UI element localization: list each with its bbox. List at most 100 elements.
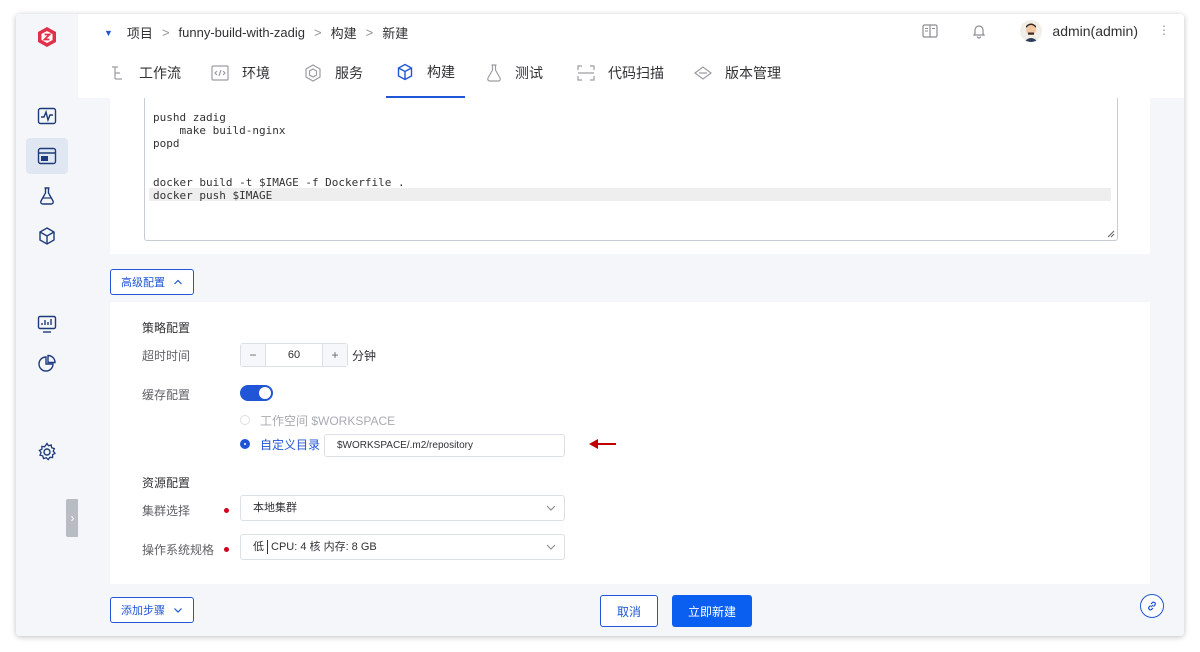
tab-label: 构建	[427, 64, 455, 80]
current-line-highlight	[149, 188, 1111, 201]
pulse-monitor-icon	[37, 107, 57, 125]
chevron-down-icon	[546, 544, 556, 550]
cache-toggle[interactable]	[240, 385, 273, 401]
annotation-arrow-icon	[589, 439, 616, 449]
strategy-section-title: 策略配置	[142, 321, 191, 335]
chevron-up-icon	[174, 279, 182, 285]
timeout-input[interactable]: 60	[265, 344, 323, 366]
sidebar-item-statistics[interactable]	[26, 346, 68, 382]
os-spec-detail: CPU: 4 核 内存: 8 GB	[271, 541, 377, 553]
script-line: popd	[153, 137, 180, 150]
cluster-select[interactable]: 本地集群	[240, 495, 565, 521]
advanced-config-label: 高级配置	[121, 277, 165, 289]
breadcrumb-item[interactable]: 构建	[331, 23, 357, 42]
tab-version[interactable]: 版本管理	[694, 48, 781, 98]
more-vertical-icon[interactable]: ⋮	[1158, 23, 1170, 37]
radio-custom-dir-label[interactable]: 自定义目录	[260, 436, 320, 453]
breadcrumb: ▼ 项目 > funny-build-with-zadig > 构建 > 新建	[104, 23, 408, 42]
package-icon	[39, 227, 55, 245]
build-script-editor[interactable]: pushd zadig make build-nginx popd docker…	[144, 98, 1118, 241]
environment-icon	[211, 65, 229, 81]
tab-label: 服务	[335, 65, 363, 81]
sidebar-item-delivery[interactable]	[26, 218, 68, 254]
script-line: make build-nginx	[153, 124, 286, 137]
radio-workspace[interactable]	[240, 415, 250, 425]
build-script-card: pushd zadig make build-nginx popd docker…	[110, 98, 1150, 254]
main-content: pushd zadig make build-nginx popd docker…	[78, 98, 1184, 636]
sidebar: ›	[16, 14, 79, 636]
sidebar-item-monitor[interactable]	[26, 98, 68, 134]
radio-workspace-label[interactable]: 工作空间 $WORKSPACE	[260, 412, 395, 429]
workflow-icon	[110, 65, 126, 81]
breadcrumb-separator: >	[365, 25, 374, 40]
timeout-label: 超时时间	[142, 349, 191, 363]
code-scan-icon	[577, 65, 595, 81]
chevron-down-icon	[174, 608, 182, 613]
bell-icon[interactable]	[972, 23, 986, 39]
os-spec-level: 低	[253, 541, 264, 553]
breadcrumb-separator: >	[161, 25, 170, 40]
tab-environment[interactable]: 环境	[211, 48, 270, 98]
cancel-button[interactable]: 取消	[600, 595, 658, 627]
custom-dir-input[interactable]: $WORKSPACE/.m2/repository	[324, 434, 565, 457]
resize-handle-icon[interactable]	[1107, 230, 1115, 238]
cache-label: 缓存配置	[142, 388, 191, 402]
add-step-label: 添加步骤	[121, 605, 165, 617]
advanced-config-toggle[interactable]: 高级配置	[110, 269, 194, 295]
docs-book-icon[interactable]	[922, 24, 939, 38]
tab-label: 工作流	[139, 65, 181, 81]
project-board-icon	[37, 147, 57, 165]
tab-label: 环境	[242, 65, 270, 81]
user-name[interactable]: admin(admin)	[1052, 23, 1138, 39]
link-float-button[interactable]	[1140, 594, 1164, 618]
avatar[interactable]	[1020, 20, 1043, 42]
timeout-unit: 分钟	[352, 349, 377, 363]
project-tabs: 工作流 环境 服务 构建 测试 代码扫描 版本管理	[78, 48, 1184, 99]
script-line: pushd zadig	[153, 111, 226, 124]
breadcrumb-separator: >	[313, 25, 322, 40]
flask-icon	[40, 187, 54, 205]
cluster-label: 集群选择	[142, 504, 191, 518]
toggle-knob	[259, 387, 271, 399]
cluster-select-value: 本地集群	[253, 502, 297, 514]
create-now-button[interactable]: 立即新建	[672, 595, 752, 627]
required-marker	[224, 508, 229, 513]
decrement-button[interactable]: −	[241, 344, 266, 366]
caret-down-icon[interactable]: ▼	[104, 28, 113, 38]
divider	[267, 540, 268, 555]
timeout-stepper[interactable]: − 60 +	[240, 343, 348, 367]
chevron-down-icon	[546, 505, 556, 511]
advanced-config-card: 策略配置 超时时间 − 60 + 分钟 缓存配置 工作空间 $WORKSPACE…	[110, 302, 1150, 584]
top-right-actions: admin(admin) ⋮	[922, 14, 1184, 48]
breadcrumb-item[interactable]: 项目	[127, 23, 153, 42]
add-step-button[interactable]: 添加步骤	[110, 597, 194, 623]
tab-label: 测试	[515, 65, 543, 81]
radio-custom-dir[interactable]	[240, 439, 250, 449]
tab-label: 代码扫描	[608, 65, 664, 81]
breadcrumb-item-current: 新建	[382, 26, 409, 41]
os-spec-label: 操作系统规格	[142, 543, 215, 557]
build-cube-icon	[396, 63, 414, 81]
required-marker	[224, 547, 229, 552]
sidebar-item-settings[interactable]	[26, 434, 68, 470]
top-bar: ▼ 项目 > funny-build-with-zadig > 构建 > 新建 …	[78, 14, 1184, 48]
breadcrumb-item[interactable]: funny-build-with-zadig	[179, 25, 305, 40]
dashboard-screen-icon	[37, 315, 57, 333]
tab-workflow[interactable]: 工作流	[110, 48, 181, 98]
gear-icon	[38, 442, 57, 461]
tab-code-scan[interactable]: 代码扫描	[577, 48, 664, 98]
version-diamond-icon	[694, 65, 712, 81]
tab-test[interactable]: 测试	[486, 48, 543, 98]
sidebar-item-test[interactable]	[26, 178, 68, 214]
resource-section-title: 资源配置	[142, 476, 191, 490]
increment-button[interactable]: +	[322, 344, 347, 366]
tab-service[interactable]: 服务	[304, 48, 363, 98]
zadig-logo-icon[interactable]	[36, 26, 58, 48]
sidebar-item-projects[interactable]	[26, 138, 68, 174]
os-spec-select[interactable]: 低 CPU: 4 核 内存: 8 GB	[240, 534, 565, 560]
tab-build[interactable]: 构建	[386, 48, 465, 98]
sidebar-item-dashboard[interactable]	[26, 306, 68, 342]
link-icon	[1148, 601, 1156, 611]
app-window: › ▼ 项目 > funny-build-with-zadig > 构建 > 新…	[16, 14, 1184, 636]
tab-label: 版本管理	[725, 65, 781, 81]
